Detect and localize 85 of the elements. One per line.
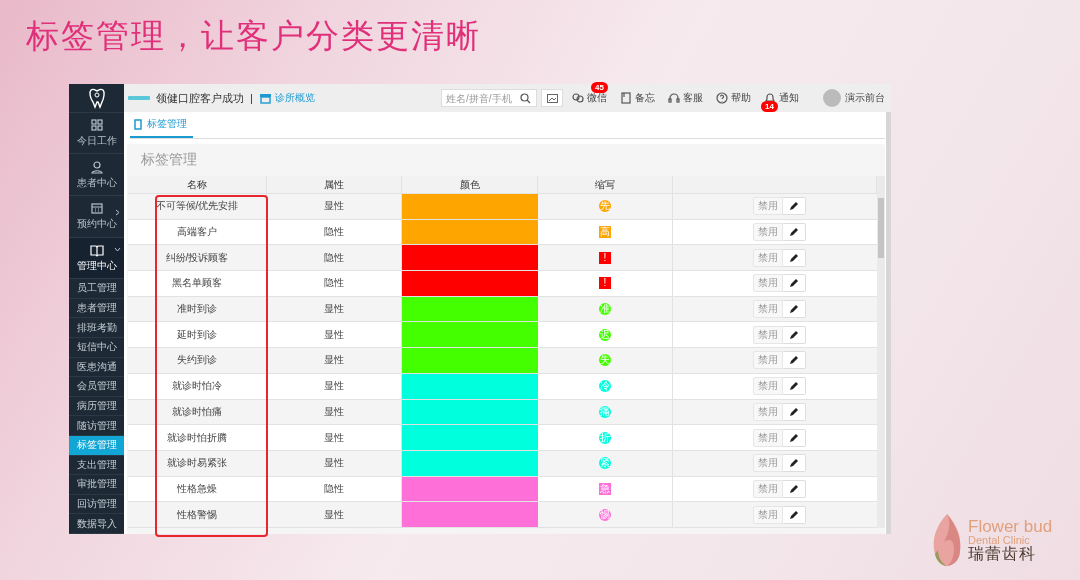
table-cell: 黑名单顾客 xyxy=(128,271,267,297)
search-field[interactable]: 姓名/拼音/手机 xyxy=(441,89,537,107)
column-header: 名称 xyxy=(128,176,267,194)
column-header: 颜色 xyxy=(402,176,538,194)
pencil-icon xyxy=(788,458,799,469)
edit-button[interactable] xyxy=(782,351,806,370)
edit-button[interactable] xyxy=(782,479,806,498)
sidebar-item[interactable]: 审批管理 xyxy=(69,475,124,495)
abbreviation-tag: 紧 xyxy=(599,457,611,470)
book-icon xyxy=(89,242,104,257)
toolbar-link[interactable]: 微信 xyxy=(587,91,607,105)
pencil-icon xyxy=(788,406,799,417)
abbreviation-tag: ! xyxy=(599,251,611,264)
tag-icon xyxy=(134,118,142,130)
edit-button[interactable] xyxy=(782,197,806,216)
grid-icon xyxy=(89,118,104,132)
pencil-icon xyxy=(788,201,799,212)
help-icon xyxy=(715,91,729,105)
table-cell: 失约到诊 xyxy=(128,348,267,374)
pencil-icon xyxy=(788,252,799,263)
sidebar-section[interactable]: 患者中心 xyxy=(76,175,117,190)
column-header: 缩写 xyxy=(538,176,673,194)
pencil-icon xyxy=(788,355,799,366)
edit-button[interactable] xyxy=(782,300,806,319)
headset-icon xyxy=(667,91,681,105)
separator: | xyxy=(250,92,253,104)
table-cell: 不可等候/优先安排 xyxy=(128,194,267,220)
pencil-icon xyxy=(788,227,799,238)
toolbar-link[interactable]: 帮助 xyxy=(731,91,751,105)
pencil-icon xyxy=(788,329,799,340)
abbreviation-tag: 失 xyxy=(599,354,611,367)
sidebar-section[interactable]: 今日工作 xyxy=(76,134,117,148)
table-cell: 就诊时怕折腾 xyxy=(128,425,267,451)
user-icon xyxy=(89,159,104,174)
pencil-icon xyxy=(788,483,799,494)
pencil-icon xyxy=(788,304,799,315)
slide-title: 标签管理，让客户分类更清晰 xyxy=(26,15,481,57)
logo-name: Flower bud xyxy=(968,518,1053,535)
count-badge: 45 xyxy=(591,82,608,93)
toolbar-link[interactable]: 客服 xyxy=(683,91,703,105)
clinic-name: 领健口腔客户成功 xyxy=(156,90,244,106)
store-icon xyxy=(258,92,272,104)
edit-button[interactable] xyxy=(782,402,806,421)
window-scrollbar[interactable] xyxy=(886,112,891,534)
count-badge: 14 xyxy=(761,101,778,112)
notebook-icon xyxy=(619,91,633,105)
scrollbar[interactable] xyxy=(877,176,885,528)
abbreviation-tag: ! xyxy=(599,277,611,290)
edit-button[interactable] xyxy=(782,274,806,293)
edit-button[interactable] xyxy=(782,505,806,524)
search-icon[interactable] xyxy=(520,92,531,104)
edit-button[interactable] xyxy=(782,377,806,396)
toolbar-link[interactable]: 备忘 xyxy=(635,91,655,105)
pencil-icon xyxy=(788,278,799,289)
calendar-icon xyxy=(89,201,104,216)
edit-button[interactable] xyxy=(782,454,806,473)
pencil-icon xyxy=(788,432,799,443)
column-header: 属性 xyxy=(267,176,402,194)
toolbar-link[interactable]: 通知 xyxy=(779,91,799,105)
image-icon xyxy=(546,93,558,103)
tooth-logo-icon xyxy=(86,86,107,109)
abbreviation-tag: 准 xyxy=(599,303,611,316)
edit-button[interactable] xyxy=(782,248,806,267)
user-name[interactable]: 演示前台 xyxy=(845,91,885,105)
brand-logo-icon xyxy=(128,93,150,103)
panel-title: 标签管理 xyxy=(140,150,198,169)
image-button[interactable] xyxy=(541,89,563,107)
logo-chinese-name: 瑞蕾齿科 xyxy=(968,546,1037,562)
abbreviation-tag: 先 xyxy=(599,200,611,213)
sidebar-section[interactable]: 预约中心 xyxy=(76,217,117,232)
pencil-icon xyxy=(788,509,799,520)
abbreviation-tag: 冷 xyxy=(599,380,611,393)
chat-icon xyxy=(571,91,585,105)
abbreviation-tag: 折 xyxy=(599,431,611,444)
table-cell: 性格警惕 xyxy=(128,502,267,528)
abbreviation-tag: 急 xyxy=(599,482,611,495)
abbreviation-tag: 迟 xyxy=(599,328,611,341)
edit-button[interactable] xyxy=(782,223,806,242)
edit-button[interactable] xyxy=(782,428,806,447)
abbreviation-tag: 惕 xyxy=(599,508,611,521)
edit-button[interactable] xyxy=(782,325,806,344)
abbreviation-tag: 高 xyxy=(599,226,611,239)
pencil-icon xyxy=(788,381,799,392)
logo-subtitle: Dental Clinic xyxy=(968,535,1031,546)
abbreviation-tag: 痛 xyxy=(599,405,611,418)
